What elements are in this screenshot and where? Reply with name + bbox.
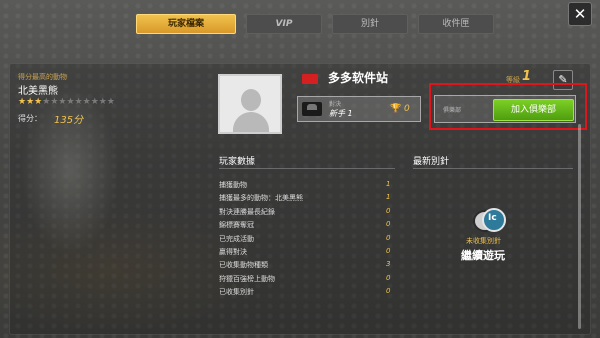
- avatar[interactable]: [218, 74, 282, 134]
- tab-vip[interactable]: VIP: [246, 14, 322, 34]
- avatar-body-icon: [233, 112, 269, 132]
- tab-player-profile[interactable]: 玩家檔案: [136, 14, 236, 34]
- stat-value: 0: [386, 220, 391, 229]
- star-empty-icon: ★: [82, 97, 91, 107]
- best-animal-label: 得分最高的動物: [18, 73, 67, 81]
- star-filled-icon: ★: [18, 97, 27, 107]
- stat-row: 已完成活動 0: [219, 234, 395, 247]
- flag-icon: [302, 74, 318, 84]
- star-empty-icon: ★: [74, 97, 83, 107]
- level-value: 1: [522, 69, 532, 84]
- stat-label: 錦標賽奪冠: [219, 221, 254, 230]
- stat-row: 捕獲最多的動物：北美黑熊 1: [219, 193, 395, 206]
- stat-row: 錦標賽奪冠 0: [219, 220, 395, 233]
- stat-value: 3: [386, 260, 391, 269]
- trophy-count: 0: [404, 104, 410, 114]
- stat-value: 0: [386, 233, 391, 242]
- pin-card-front-icon: [482, 208, 506, 232]
- stat-value: 0: [386, 287, 391, 296]
- stat-label: 對決連勝最長紀錄: [219, 207, 275, 216]
- stat-value: 0: [386, 246, 391, 255]
- stat-label: 狩獵百強榜上動物: [219, 274, 275, 283]
- star-filled-icon: ★: [26, 97, 35, 107]
- stat-row: 已收集別針 0: [219, 287, 395, 300]
- latest-pins-heading: 最新別針: [413, 157, 450, 167]
- tab-pins[interactable]: 別針: [332, 14, 408, 34]
- stats-list: 捕獲動物 1 捕獲最多的動物：北美黑熊 1 對決連勝最長紀錄 0 錦標賽奪冠 0 已完成…: [219, 180, 395, 301]
- uncollected-pins-label: 未收集別針: [466, 237, 501, 245]
- star-empty-icon: ★: [106, 97, 115, 107]
- trophy-icon: 🏆: [390, 104, 402, 114]
- highlight-box: [429, 83, 587, 130]
- stat-row: 對決連勝最長紀錄 0: [219, 207, 395, 220]
- tab-vip-label: VIP: [275, 19, 293, 29]
- stat-row: 捕獲動物 1: [219, 180, 395, 193]
- duel-rank-box: 對決 新手 1 🏆 0: [297, 96, 421, 122]
- close-icon: ✕: [573, 5, 587, 23]
- latest-pins-divider: [413, 168, 573, 169]
- tab-bar: 玩家檔案 VIP 別針 收件匣: [136, 14, 494, 34]
- scrollbar[interactable]: [578, 124, 581, 329]
- stat-value: 0: [386, 273, 391, 282]
- continue-playing-link[interactable]: 繼續遊玩: [461, 247, 505, 263]
- duel-label: 對決: [329, 101, 342, 108]
- stat-row: 狩獵百強榜上動物 0: [219, 274, 395, 287]
- score-label: 得分：: [18, 114, 42, 123]
- score-value: 135分: [54, 115, 84, 126]
- stat-row: 贏得對決 0: [219, 247, 395, 260]
- player-data-divider: [219, 168, 395, 169]
- stat-label: 已收集動物種類: [219, 261, 268, 270]
- stat-label: 捕獲動物: [219, 181, 247, 189]
- best-animal-name: 北美黑熊: [18, 86, 58, 97]
- star-empty-icon: ★: [98, 97, 107, 107]
- avatar-head-icon: [241, 89, 261, 111]
- stat-label: 已收集別針: [219, 288, 254, 297]
- stat-value: 1: [386, 193, 391, 202]
- star-empty-icon: ★: [90, 97, 99, 107]
- tab-inbox[interactable]: 收件匣: [418, 14, 494, 34]
- helmet-icon: [302, 102, 322, 116]
- player-name: 多多软件站: [328, 71, 389, 85]
- stat-row: 已收集動物種類 3: [219, 260, 395, 273]
- pin-cards-icon[interactable]: [473, 208, 506, 232]
- stat-value: 1: [386, 180, 391, 188]
- stat-label: 已完成活動: [219, 234, 254, 243]
- stat-value: 0: [386, 206, 391, 215]
- close-button[interactable]: ✕: [568, 2, 592, 26]
- stat-label: 捕獲最多的動物：北美黑熊: [219, 194, 303, 203]
- duel-rank: 新手 1: [329, 109, 353, 118]
- player-data-heading: 玩家數據: [219, 157, 256, 167]
- animal-star-rating: ★★★★★★★★★★★★: [18, 97, 115, 107]
- star-empty-icon: ★: [66, 97, 75, 107]
- stat-label: 贏得對決: [219, 247, 247, 256]
